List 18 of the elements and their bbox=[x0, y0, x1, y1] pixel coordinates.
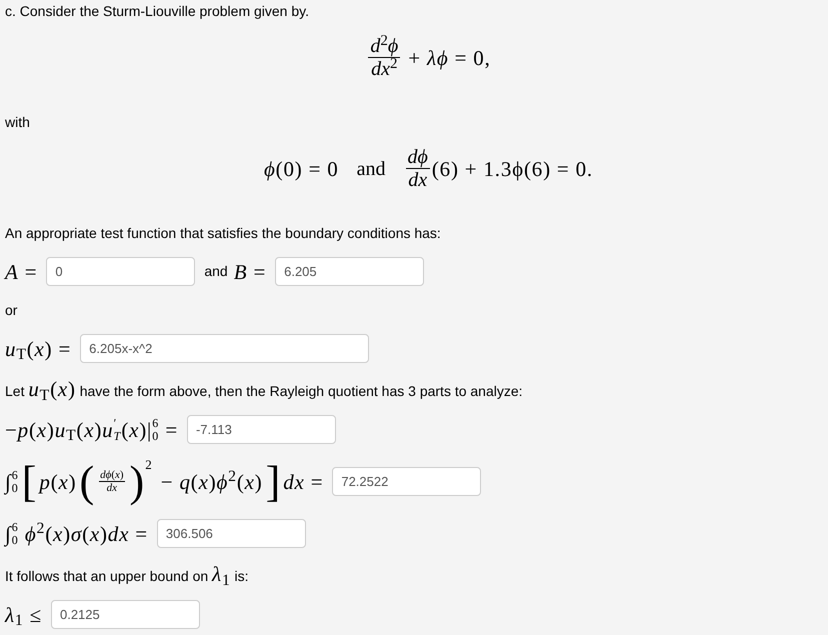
prompt-text: It follows that an upper bound on λ$_{1}$ is: bbox=[5, 562, 249, 586]
equation-label: A = bbox=[5, 260, 38, 284]
prompt-text: with bbox=[5, 113, 30, 132]
answer-field[interactable]: 306.506 bbox=[156, 519, 306, 548]
answer-field[interactable]: -7.113 bbox=[186, 415, 336, 444]
equation-label: and B = bbox=[204, 260, 266, 284]
equation-label: u$_{T}$(x) = bbox=[5, 336, 72, 360]
prompt-text: An appropriate test function that satisfies the boundary conditions has: bbox=[5, 224, 441, 243]
prompt-text: Let u$_{T}$(x) have the form above, then the Rayleigh quotient has 3 parts to analyze: bbox=[5, 377, 523, 401]
answer-field[interactable]: 0.2125 bbox=[50, 600, 200, 629]
answer-field[interactable]: 72.2522 bbox=[332, 467, 482, 496]
answer-field[interactable]: 6.205x-x^2 bbox=[80, 334, 370, 363]
prompt-text: c. Consider the Sturm-Liouville problem given by. bbox=[5, 2, 309, 21]
answer-field[interactable]: 6.205 bbox=[275, 257, 424, 286]
equation-label: λ$_{1}$ ≤ bbox=[5, 602, 42, 626]
display-equation: d$^{2}$ϕ dx$^{2}$ + λϕ = 0, bbox=[367, 35, 491, 80]
prompt-text: or bbox=[5, 301, 18, 320]
answer-field[interactable]: 0 bbox=[46, 257, 196, 286]
